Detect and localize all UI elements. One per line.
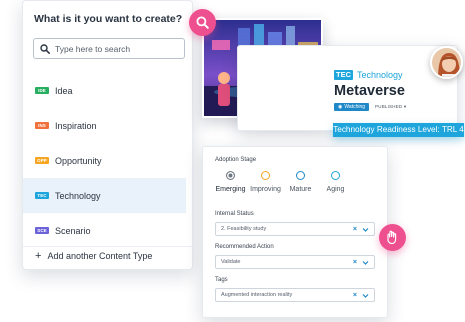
divider	[23, 246, 194, 247]
stage-option-emerging[interactable]: Emerging	[213, 171, 248, 193]
content-type-line: TEC Technology	[334, 70, 403, 80]
type-badge: TEC	[35, 192, 49, 199]
stage-label: Mature	[289, 186, 312, 193]
type-badge: TEC	[334, 70, 353, 80]
stage-option-mature[interactable]: Mature	[283, 171, 318, 193]
content-type-scenario[interactable]: SCE Scenario	[23, 213, 186, 248]
panel-title: What is it you want to create?	[34, 13, 183, 25]
eye-icon: ◉	[338, 104, 343, 110]
internal-status-select[interactable]: 2. Feasibility study ×	[215, 222, 375, 236]
type-badge: INS	[35, 122, 49, 129]
pointing-hand-icon	[387, 230, 397, 245]
create-content-panel: What is it you want to create? IDE Idea …	[22, 0, 194, 270]
content-title: Metaverse	[334, 83, 405, 99]
status-row: ◉ Watching PUBLISHED ▾	[334, 103, 406, 111]
watching-label: Watching	[344, 104, 366, 110]
stage-label: Improving	[250, 186, 281, 193]
chevron-down-icon[interactable]	[362, 259, 369, 266]
status-label: PUBLISHED	[375, 104, 403, 109]
radio-icon	[296, 171, 305, 180]
adoption-stage-label: Adoption Stage	[215, 157, 257, 163]
content-type-opportunity[interactable]: OPP Opportunity	[23, 143, 186, 178]
plus-icon: +	[35, 250, 42, 262]
type-label: Technology	[55, 190, 101, 201]
chevron-down-icon: ▾	[403, 104, 407, 109]
attributes-form: Adoption Stage Emerging Improving Mature…	[202, 146, 388, 318]
content-type-inspiration[interactable]: INS Inspiration	[23, 108, 186, 143]
type-label: Scenario	[55, 225, 91, 236]
search-input[interactable]	[55, 43, 184, 54]
stage-option-aging[interactable]: Aging	[318, 171, 353, 193]
tags-select[interactable]: Augmented interaction reality ×	[215, 288, 375, 302]
status-badge[interactable]: PUBLISHED ▾	[375, 104, 406, 110]
content-type-technology[interactable]: TEC Technology	[23, 178, 186, 213]
radio-icon	[331, 171, 340, 180]
chevron-down-icon[interactable]	[362, 292, 369, 299]
type-badge: OPP	[35, 157, 49, 164]
search-button[interactable]	[189, 9, 216, 36]
recommended-action-value: Validate	[221, 259, 241, 265]
add-content-type-button[interactable]: + Add another Content Type	[35, 250, 153, 262]
stage-label: Emerging	[215, 186, 246, 193]
content-type-idea[interactable]: IDE Idea	[23, 73, 186, 108]
content-card[interactable]: TEC Technology Metaverse ◉ Watching PUBL…	[237, 45, 458, 131]
recommended-action-label: Recommended Action	[215, 244, 274, 250]
trl-banner: Technology Readiness Level: TRL 4	[333, 123, 464, 137]
type-name: Technology	[357, 70, 403, 80]
radio-icon	[261, 171, 270, 180]
internal-status-label: Internal Status	[215, 211, 254, 217]
stage-label: Aging	[326, 186, 345, 193]
type-label: Inspiration	[55, 120, 97, 131]
tags-label: Tags	[215, 277, 228, 283]
chevron-down-icon[interactable]	[362, 226, 369, 233]
add-content-type-label: Add another Content Type	[47, 251, 153, 261]
stage-option-improving[interactable]: Improving	[248, 171, 283, 193]
watching-button[interactable]: ◉ Watching	[334, 103, 370, 111]
radio-selected-icon	[226, 171, 235, 180]
close-icon[interactable]: ×	[353, 292, 357, 299]
pointer-hint	[379, 224, 406, 251]
close-icon[interactable]: ×	[353, 226, 357, 233]
type-badge: IDE	[35, 87, 49, 94]
type-badge: SCE	[35, 227, 49, 234]
search-icon	[196, 16, 209, 29]
adoption-stage-selector: Emerging Improving Mature Aging	[213, 171, 353, 193]
type-label: Opportunity	[55, 155, 102, 166]
type-label: Idea	[55, 85, 73, 96]
avatar[interactable]	[430, 46, 463, 79]
tags-value: Augmented interaction reality	[221, 292, 293, 298]
search-icon	[40, 43, 50, 54]
recommended-action-select[interactable]: Validate ×	[215, 255, 375, 269]
close-icon[interactable]: ×	[353, 259, 357, 266]
user-avatar-image	[432, 48, 461, 77]
internal-status-value: 2. Feasibility study	[221, 226, 267, 232]
search-box[interactable]	[33, 38, 185, 59]
